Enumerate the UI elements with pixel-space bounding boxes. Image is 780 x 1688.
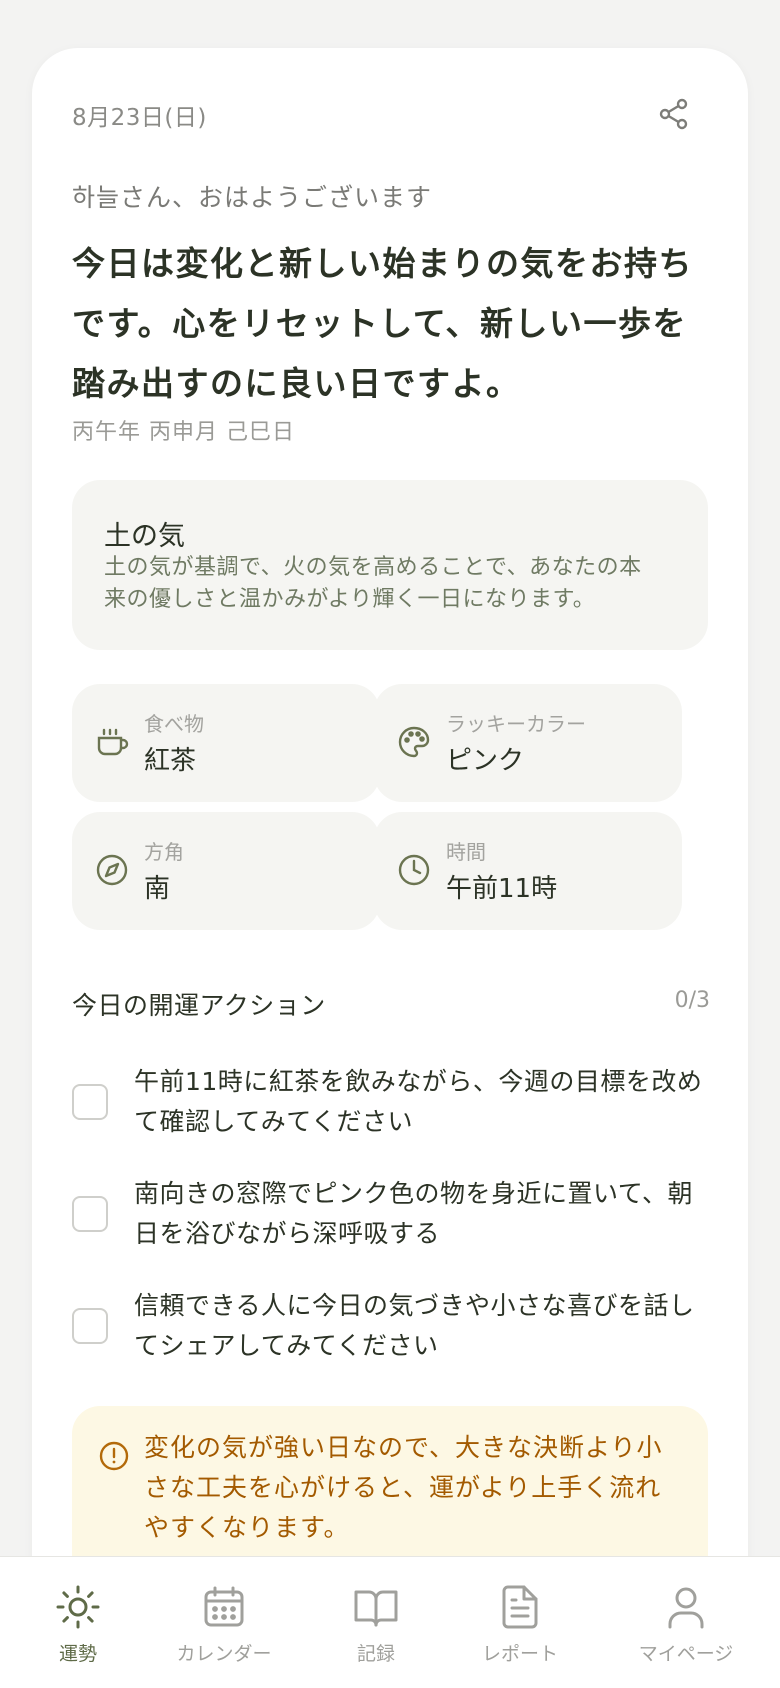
sun-icon [56, 1585, 100, 1629]
bottom-tab-bar: 運勢 カレンダー 記録 レポート マイページ [0, 1556, 780, 1688]
ganzhi-date: 丙午年 丙申月 己巳日 [72, 420, 295, 445]
lucky-color-value: ピンク [446, 746, 525, 776]
tab-calendar[interactable]: カレンダー [146, 1557, 302, 1688]
action-item[interactable]: 信頼できる人に今日の気づきや小さな喜びを話してシェアしてみてください [72, 1286, 712, 1382]
tab-records[interactable]: 記録 [298, 1557, 454, 1688]
tab-report[interactable]: レポート [442, 1557, 598, 1688]
action-checkbox[interactable] [72, 1308, 108, 1344]
tab-label: レポート [481, 1643, 558, 1665]
book-icon [354, 1590, 398, 1627]
lucky-direction-value: 南 [144, 874, 171, 904]
element-description: 土の気が基調で、火の気を高めることで、あなたの本来の優しさと温かみがより輝く一日… [104, 555, 642, 612]
lucky-color-tile: ラッキーカラー ピンク [374, 684, 682, 802]
cup-icon [97, 728, 129, 756]
lucky-color-label: ラッキーカラー [446, 712, 586, 736]
lucky-direction-label: 方角 [144, 840, 184, 864]
action-checkbox[interactable] [72, 1084, 108, 1120]
fortune-headline: 今日は変化と新しい始まりの気をお持ちです。心をリセットして、新しい一歩を踏み出す… [72, 244, 693, 403]
actions-title: 今日の開運アクション [72, 991, 326, 1020]
actions-progress: 0/3 [674, 988, 710, 1013]
alert-circle-icon [99, 1441, 129, 1471]
lucky-time-label: 時間 [446, 840, 486, 864]
action-text: 午前11時に紅茶を飲みながら、今週の目標を改めて確認してみてください [134, 1067, 703, 1136]
person-icon [668, 1587, 704, 1629]
action-checkbox[interactable] [72, 1196, 108, 1232]
lucky-food-label: 食べ物 [144, 712, 204, 736]
calendar-icon [204, 1586, 244, 1627]
lucky-time-tile: 時間 午前11時 [374, 812, 682, 930]
document-icon [502, 1585, 538, 1629]
tab-mypage[interactable]: マイページ [608, 1557, 764, 1688]
element-title: 土の気 [104, 521, 185, 552]
action-item[interactable]: 南向きの窓際でピンク色の物を身近に置いて、朝日を浴びながら深呼吸する [72, 1174, 712, 1270]
action-text: 信頼できる人に今日の気づきや小さな喜びを話してシェアしてみてください [134, 1291, 695, 1360]
tab-label: 記録 [356, 1643, 395, 1665]
lucky-direction-tile: 方角 南 [72, 812, 380, 930]
greeting: 하늘さん、おはようございます [72, 183, 433, 212]
fortune-card: 8月23日(日) 하늘さん、おはようございます 今日は変化と新しい始まりの気をお… [32, 48, 748, 1688]
share-button[interactable] [654, 94, 694, 134]
action-text: 南向きの窓際でピンク色の物を身近に置いて、朝日を浴びながら深呼吸する [134, 1179, 694, 1248]
date-label: 8月23日(日) [72, 105, 207, 131]
fortune-screen: 8月23日(日) 하늘さん、おはようございます 今日は変化と新しい始まりの気をお… [0, 0, 780, 1688]
lucky-food-tile: 食べ物 紅茶 [72, 684, 380, 802]
palette-icon [398, 726, 430, 758]
element-summary: 土の気 土の気が基調で、火の気を高めることで、あなたの本来の優しさと温かみがより… [72, 480, 708, 650]
clock-icon [398, 854, 430, 886]
action-item[interactable]: 午前11時に紅茶を飲みながら、今週の目標を改めて確認してみてください [72, 1062, 712, 1158]
tab-label: 運勢 [58, 1643, 97, 1665]
tab-label: カレンダー [176, 1643, 272, 1665]
lucky-time-value: 午前11時 [446, 874, 558, 904]
tab-fortune[interactable]: 運勢 [0, 1557, 156, 1688]
advice-text: 変化の気が強い日なので、大きな決断より小さな工夫を心がけると、運がより上手く流れ… [144, 1433, 663, 1542]
lucky-food-value: 紅茶 [144, 746, 197, 776]
compass-icon [96, 854, 128, 886]
tab-label: マイページ [638, 1643, 734, 1665]
share-icon [659, 98, 688, 130]
